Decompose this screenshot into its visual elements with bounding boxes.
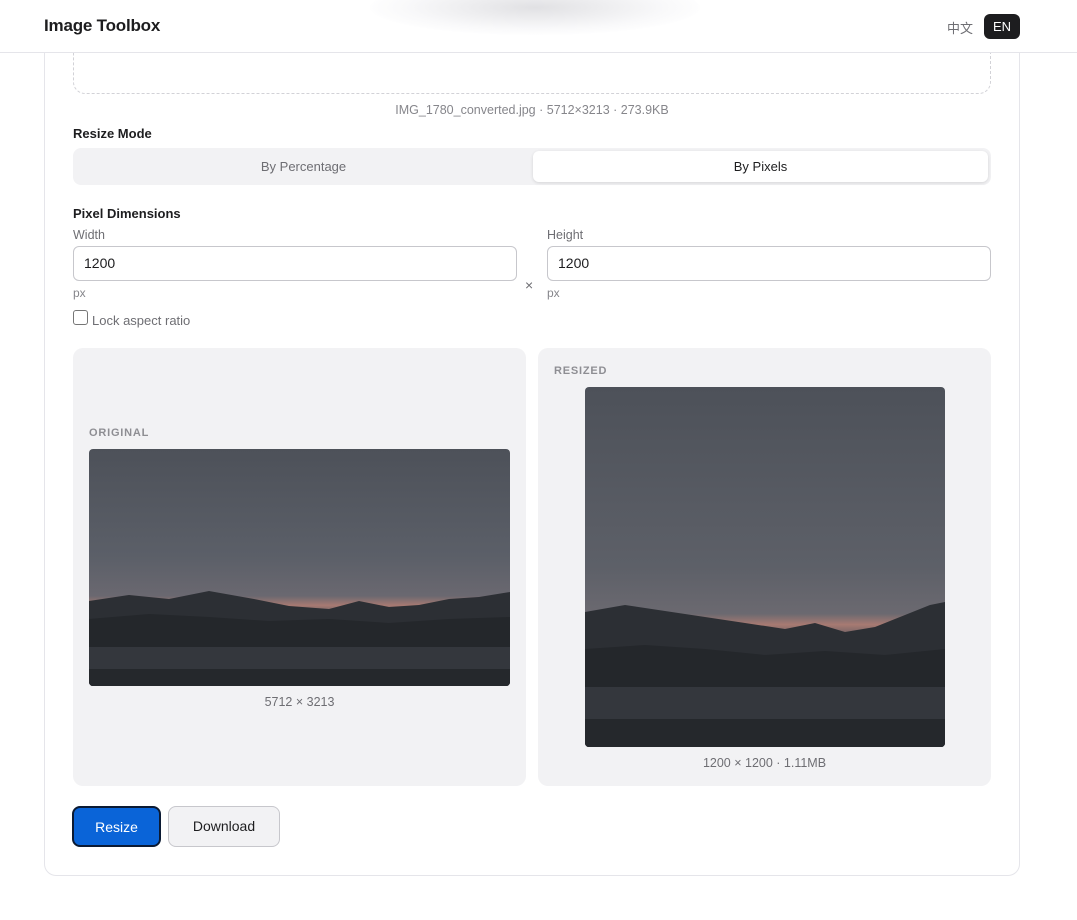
language-zh-button[interactable]: 中文 — [942, 18, 978, 37]
original-tag: ORIGINAL — [89, 427, 150, 439]
lock-aspect-ratio-label[interactable]: Lock aspect ratio — [92, 313, 190, 328]
original-image — [89, 449, 510, 686]
width-label: Width — [73, 228, 105, 242]
height-input[interactable]: 1200 — [547, 246, 991, 281]
resized-caption: 1200 × 1200 · 1.11MB — [702, 756, 827, 770]
mode-by-percentage-tab[interactable]: By Percentage — [76, 151, 531, 182]
file-info: IMG_1780_converted.jpg · 5712×3213 · 273… — [395, 103, 669, 117]
original-caption: 5712 × 3213 — [264, 695, 335, 709]
language-en-button[interactable]: EN — [984, 14, 1020, 39]
download-button[interactable]: Download — [168, 806, 280, 847]
pixel-dimensions-label: Pixel Dimensions — [73, 206, 181, 221]
dimension-separator: × — [525, 277, 534, 293]
header-decoration — [370, 0, 700, 35]
resized-tag: RESIZED — [554, 365, 608, 377]
lock-aspect-ratio-checkbox[interactable] — [73, 310, 88, 325]
resize-mode-selector: By Percentage By Pixels — [73, 148, 991, 185]
resize-mode-label: Resize Mode — [73, 126, 152, 141]
resize-button[interactable]: Resize — [72, 806, 161, 847]
width-input[interactable]: 1200 — [73, 246, 517, 281]
height-unit: px — [547, 286, 560, 300]
top-header: Image Toolbox 中文 EN — [0, 0, 1077, 53]
height-label: Height — [547, 228, 584, 242]
mode-by-pixels-tab[interactable]: By Pixels — [533, 151, 988, 182]
width-unit: px — [73, 286, 86, 300]
app-title: Image Toolbox — [44, 16, 161, 35]
resized-image — [585, 387, 945, 747]
